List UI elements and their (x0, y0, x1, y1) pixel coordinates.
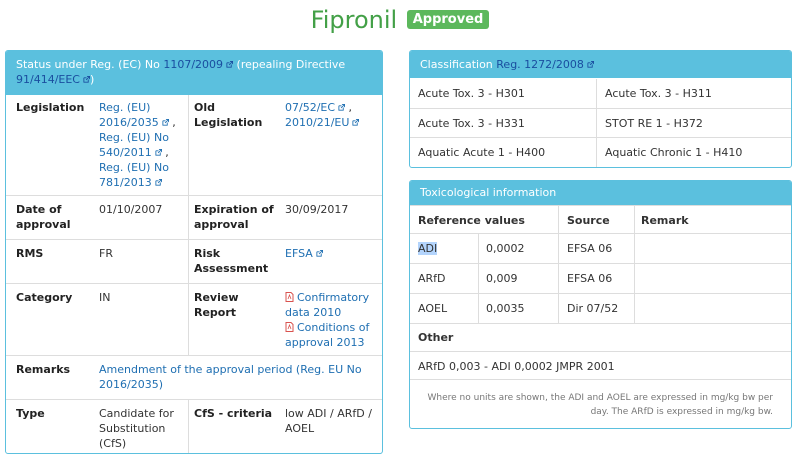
approval-dates-row: Date of approval 01/10/2007 Expiration of… (6, 195, 382, 240)
reg-781-2013-link[interactable]: Reg. (EU) No (99, 160, 176, 175)
column-header-source: Source (567, 214, 610, 227)
category-value: IN (99, 291, 111, 304)
ref-name: ARfD (418, 272, 446, 285)
toxicological-panel: Toxicological information Reference valu… (409, 180, 792, 429)
rms-row: RMS FR Risk Assessment EFSA (6, 239, 382, 284)
external-link-icon (83, 76, 90, 83)
old-legislation-label: Old Legislation (194, 101, 263, 129)
dir-2010-21-link[interactable]: 2010/21/EU (285, 116, 360, 129)
type-value: Candidate for Substitution (CfS) (99, 407, 174, 450)
reg-781-2013-link[interactable]: 781/2013 (99, 175, 176, 190)
classification-row: Aquatic Acute 1 - H400 Aquatic Chronic 1… (410, 137, 791, 167)
classification-panel: Classification Reg. 1272/2008 Acute Tox.… (409, 50, 792, 168)
toxicological-panel-header: Toxicological information (410, 181, 791, 205)
cfs-criteria-label: CfS - criteria (194, 407, 273, 420)
pdf-icon (285, 292, 294, 302)
expiration-value: 30/09/2017 (285, 203, 349, 216)
column-divider (188, 399, 189, 453)
classification-row: Acute Tox. 3 - H331 STOT RE 1 - H372 (410, 108, 791, 138)
status-panel: Status under Reg. (EC) No 1107/2009 (rep… (5, 50, 383, 454)
old-legislation-links: 07/52/EC , 2010/21/EU (285, 100, 360, 130)
type-row: Type Candidate for Substitution (CfS) CfS … (6, 399, 382, 454)
rms-label: RMS (16, 247, 44, 260)
classification-row: Acute Tox. 3 - H301 Acute Tox. 3 - H311 (410, 79, 791, 108)
external-link-icon (155, 149, 162, 156)
external-link-icon (587, 61, 594, 68)
pdf-icon (285, 322, 294, 332)
hazard-class: Acute Tox. 3 - H311 (605, 87, 712, 100)
rms-value: FR (99, 247, 113, 260)
category-row: Category IN Review Report Confirmatory da… (6, 283, 382, 356)
page-header: Fipronil Approved (0, 6, 800, 34)
legislation-label: Legislation (16, 101, 85, 114)
hazard-class: Acute Tox. 3 - H331 (418, 117, 525, 130)
ref-source: Dir 07/52 (567, 302, 619, 315)
column-header-reference: Reference values (418, 214, 525, 227)
directive-91-414-link[interactable]: 91/414/EEC (16, 73, 90, 86)
column-header-remark: Remark (641, 214, 689, 227)
external-link-icon (316, 250, 323, 257)
status-badge: Approved (406, 9, 490, 29)
ref-name: ADI (418, 242, 438, 255)
legislation-links: Reg. (EU) 2016/2035 , Reg. (EU) No 540/2… (99, 100, 176, 190)
reg-540-2011-link[interactable]: Reg. (EU) No (99, 130, 176, 145)
reg-2016-2035-link[interactable]: 2016/2035 , (99, 115, 176, 130)
confirmatory-data-link[interactable]: Confirmatory (285, 290, 369, 305)
page-title: Fipronil (310, 6, 398, 34)
external-link-icon (338, 104, 346, 111)
remarks-row: Remarks Amendment of the approval period… (6, 355, 382, 400)
units-footnote: Where no units are shown, the ADI and AO… (427, 393, 773, 417)
other-value: ARfD 0,003 - ADI 0,0002 JMPR 2001 (418, 360, 615, 373)
ref-value: 0,0002 (486, 242, 525, 255)
remarks-value: Amendment of the approval period (Reg. E… (99, 363, 362, 391)
hazard-class: STOT RE 1 - H372 (605, 117, 703, 130)
ref-source: EFSA 06 (567, 272, 613, 285)
reg-1272-2008-link[interactable]: Reg. 1272/2008 (496, 58, 594, 71)
category-label: Category (16, 291, 73, 304)
date-of-approval-label: Date of approval (16, 203, 71, 231)
date-of-approval-value: 01/10/2007 (99, 203, 163, 216)
cfs-criteria-value: low ADI / ARfD / AOEL (285, 407, 372, 435)
hazard-class: Aquatic Chronic 1 - H410 (605, 146, 743, 159)
hazard-class: Aquatic Acute 1 - H400 (418, 146, 546, 159)
expiration-label: Expiration of approval (194, 203, 274, 231)
other-label: Other (418, 331, 454, 344)
conditions-of-approval-link[interactable]: Conditions of (285, 320, 369, 335)
type-label: Type (16, 407, 45, 420)
external-link-icon (162, 119, 169, 126)
status-panel-header: Status under Reg. (EC) No 1107/2009 (rep… (6, 51, 382, 95)
hazard-class: Acute Tox. 3 - H301 (418, 87, 525, 100)
column-divider (188, 95, 189, 355)
external-link-icon (352, 119, 360, 126)
reg-1107-link[interactable]: 1107/2009 (163, 58, 234, 71)
ref-name: AOEL (418, 302, 448, 315)
reg-2016-2035-link[interactable]: Reg. (EU) (99, 100, 176, 115)
classification-panel-header: Classification Reg. 1272/2008 (410, 51, 791, 78)
ref-source: EFSA 06 (567, 242, 613, 255)
efsa-link[interactable]: EFSA (285, 247, 323, 260)
reg-540-2011-link[interactable]: 540/2011 , (99, 145, 176, 160)
external-link-icon (155, 179, 162, 186)
ref-value: 0,0035 (486, 302, 525, 315)
ref-value: 0,009 (486, 272, 518, 285)
remarks-label: Remarks (16, 363, 71, 376)
external-link-icon (226, 61, 234, 68)
dir-07-52-link[interactable]: 07/52/EC (285, 101, 346, 114)
review-report-label: Review Report (194, 291, 239, 319)
risk-assessment-label: Risk Assessment (194, 247, 269, 275)
